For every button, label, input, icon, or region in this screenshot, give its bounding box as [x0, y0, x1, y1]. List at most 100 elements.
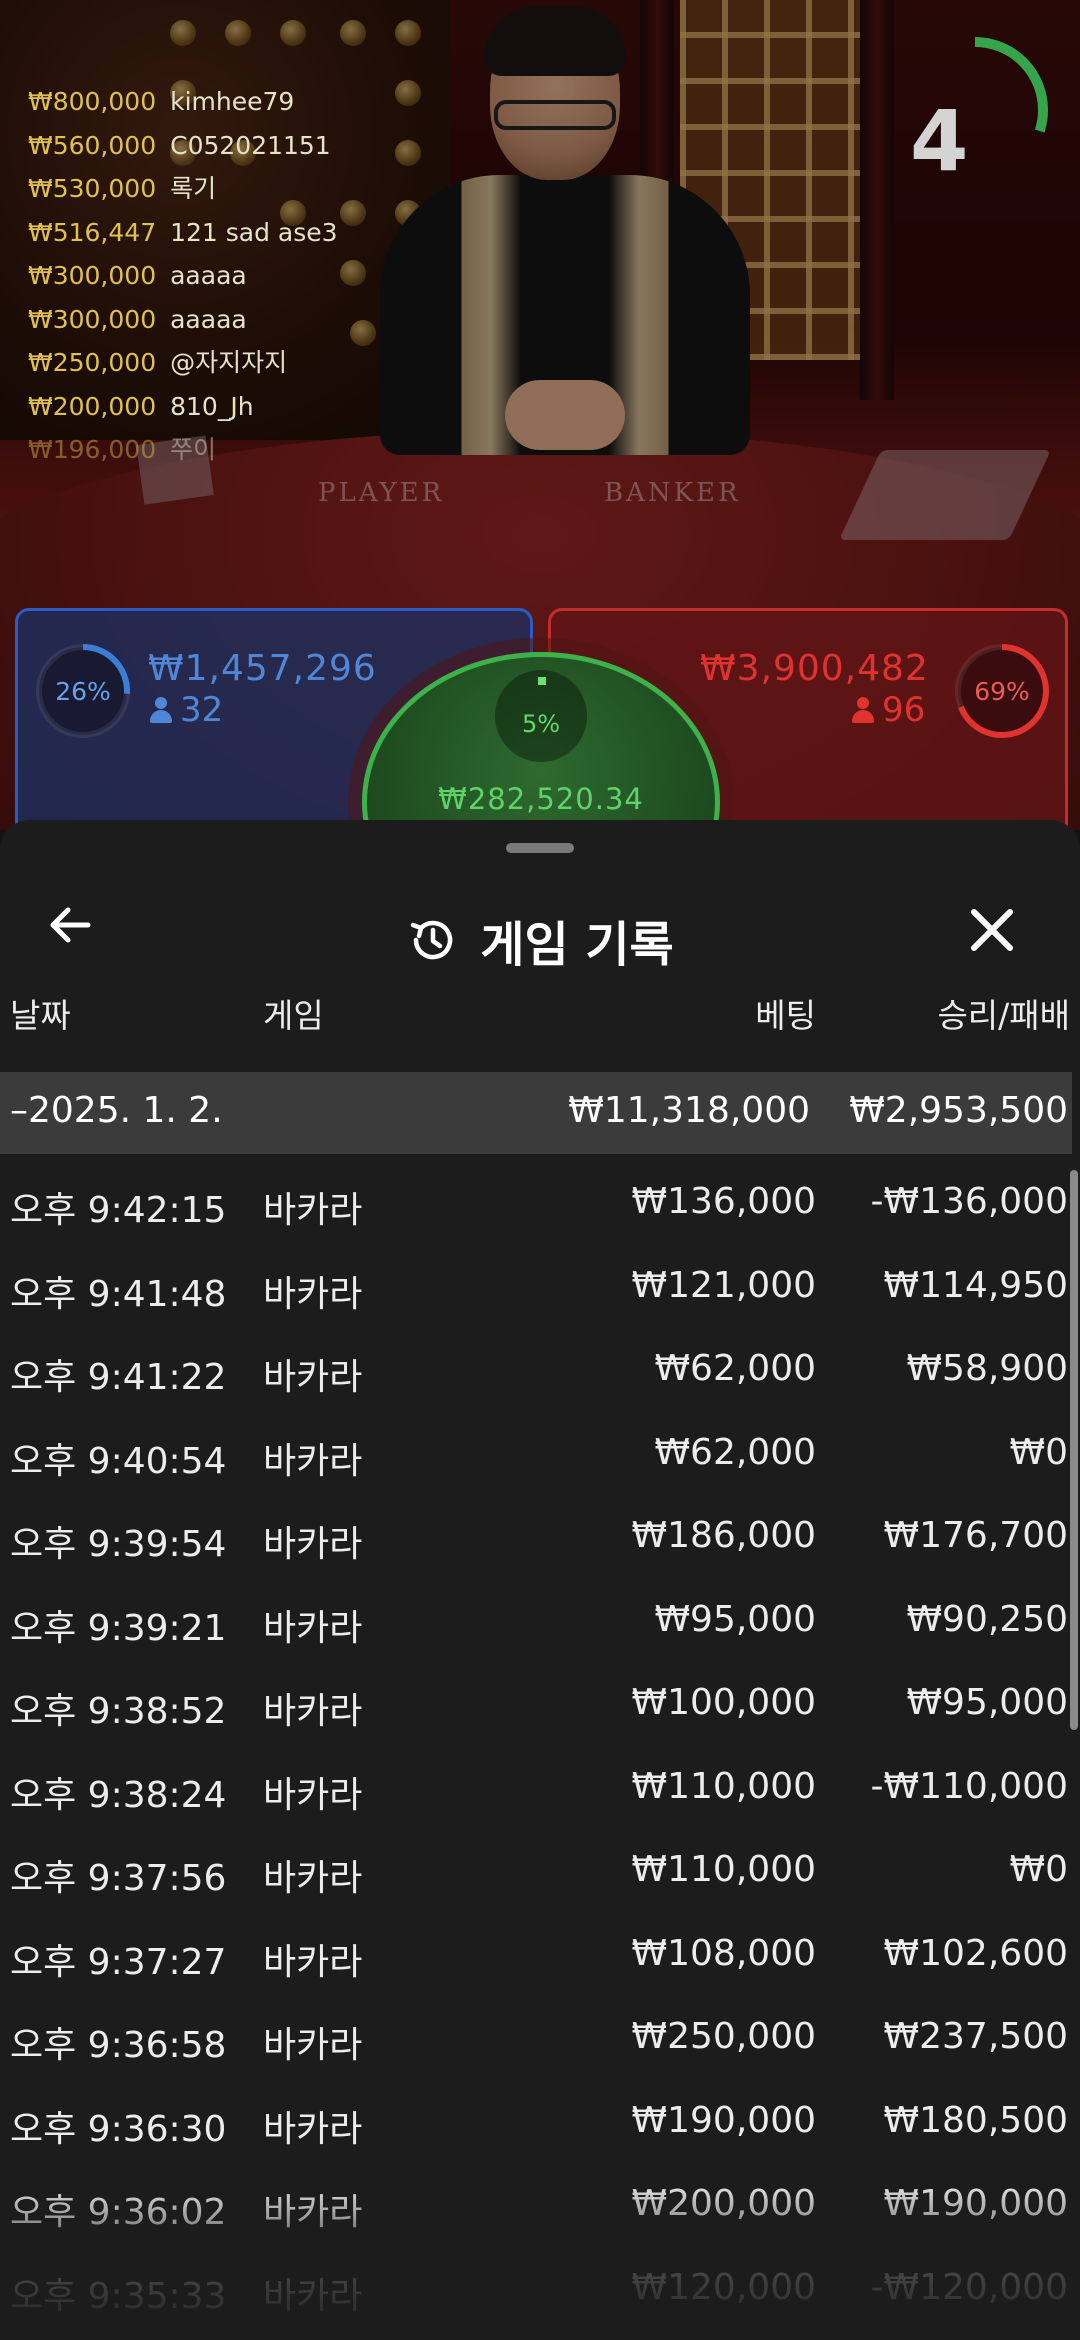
row-time: 오후 9:40:54 [10, 1440, 227, 1482]
row-bet: ₩108,000 [631, 1932, 816, 1974]
table-row[interactable]: 오후 9:36:58 바카라 ₩250,000 ₩237,500 [0, 2002, 1072, 2086]
table-row[interactable]: 오후 9:37:56 바카라 ₩110,000 ₩0 [0, 1835, 1072, 1919]
row-game: 바카라 [263, 1357, 363, 1398]
row-result: ₩176,700 [883, 1515, 1068, 1556]
column-game[interactable]: 게임 [263, 989, 324, 1037]
chat-name: 810_Jh [170, 391, 254, 421]
person-icon [852, 697, 874, 723]
table-row[interactable]: 오후 9:40:54 바카라 ₩62,000 ₩0 [0, 1418, 1072, 1502]
sheet-title-wrap: 게임 기록 [0, 905, 1080, 975]
chat-row: ₩800,000 kimhee79 [28, 80, 338, 124]
chat-name: 121 sad ase3 [170, 217, 338, 247]
row-bet: ₩62,000 [654, 1431, 816, 1473]
table-row[interactable]: 오후 9:38:52 바카라 ₩100,000 ₩95,000 [0, 1668, 1072, 1752]
row-result: ₩58,900 [906, 1348, 1068, 1389]
row-result: ₩90,250 [906, 1598, 1068, 1640]
chat-name: 록기 [170, 174, 217, 203]
chat-amount: ₩516,447 [28, 217, 157, 247]
row-game: 바카라 [263, 1190, 363, 1231]
row-bet: ₩121,000 [631, 1264, 816, 1306]
row-result: ₩0 [1009, 1431, 1069, 1473]
chat-row: ₩196,000 쭈이 [28, 428, 338, 472]
row-bet: ₩110,000 [631, 1765, 816, 1807]
table-row[interactable]: 오후 9:41:48 바카라 ₩121,000 ₩114,950 [0, 1251, 1072, 1335]
chat-amount: ₩300,000 [28, 261, 157, 290]
tie-progress-dot [538, 677, 546, 685]
row-time: 오후 9:41:22 [10, 1357, 227, 1398]
chat-amount: ₩196,000 [28, 435, 157, 464]
player-percent: 26% [55, 677, 111, 706]
row-bet: ₩190,000 [631, 2099, 816, 2141]
close-icon [971, 909, 1013, 951]
row-result: -₩136,000 [870, 1181, 1068, 1222]
row-game: 바카라 [263, 1607, 363, 1649]
chat-name: 쭈이 [170, 435, 217, 464]
history-icon [411, 920, 453, 960]
table-row[interactable]: 오후 9:39:21 바카라 ₩95,000 ₩90,250 [0, 1585, 1072, 1669]
chat-amount: ₩800,000 [28, 87, 157, 116]
group-bet-total: ₩11,318,000 [568, 1090, 810, 1131]
column-win-loss[interactable]: 승리/패배 [937, 989, 1070, 1037]
row-time: 오후 9:41:48 [10, 1273, 227, 1315]
row-game: 바카라 [263, 1273, 363, 1315]
person-icon [150, 697, 172, 723]
row-result: ₩180,500 [883, 2099, 1068, 2141]
row-game: 바카라 [263, 2025, 363, 2066]
row-game: 바카라 [263, 1858, 363, 1899]
list-fade [0, 2180, 1080, 2340]
row-time: 오후 9:38:52 [10, 1691, 227, 1732]
close-button[interactable] [962, 900, 1032, 960]
bet-chat-feed: ₩800,000 kimhee79 ₩560,000 C052021151 ₩530… [28, 80, 338, 472]
row-game: 바카라 [263, 1440, 363, 1482]
tie-percent: 5% [521, 710, 561, 738]
row-time: 오후 9:37:27 [10, 1941, 227, 1983]
chat-row: ₩516,447 121 sad ase3 [28, 211, 338, 255]
banker-percent: 69% [974, 677, 1030, 706]
chat-name: kimhee79 [170, 87, 295, 116]
row-bet: ₩95,000 [654, 1598, 816, 1640]
row-time: 오후 9:39:54 [10, 1524, 227, 1565]
row-game: 바카라 [263, 2108, 363, 2150]
row-time: 오후 9:36:58 [10, 2025, 227, 2066]
row-game: 바카라 [263, 1524, 363, 1565]
row-result: ₩102,600 [883, 1932, 1068, 1974]
chat-row: ₩530,000 록기 [28, 167, 338, 211]
table-row[interactable]: 오후 9:36:30 바카라 ₩190,000 ₩180,500 [0, 2086, 1072, 2170]
row-bet: ₩250,000 [631, 2016, 816, 2057]
row-bet: ₩100,000 [631, 1682, 816, 1723]
row-time: 오후 9:39:21 [10, 1607, 227, 1649]
column-bet[interactable]: 베팅 [755, 989, 816, 1037]
scrollbar[interactable] [1070, 1170, 1078, 1730]
sheet-drag-handle[interactable] [506, 843, 574, 853]
table-row[interactable]: 오후 9:38:24 바카라 ₩110,000 -₩110,000 [0, 1752, 1072, 1836]
chat-row: ₩300,000 aaaaa [28, 298, 338, 342]
group-date: –2025. 1. 2. [10, 1090, 223, 1131]
row-result: ₩114,950 [883, 1264, 1068, 1306]
column-header: 날짜 게임 베팅 승리/패배 [0, 985, 1080, 1045]
row-bet: ₩136,000 [631, 1181, 816, 1222]
chat-name: C052021151 [170, 130, 331, 160]
row-result: ₩95,000 [906, 1682, 1068, 1723]
table-row[interactable]: 오후 9:37:27 바카라 ₩108,000 ₩102,600 [0, 1919, 1072, 2003]
row-result: ₩0 [1009, 1849, 1069, 1890]
banker-count-value: 96 [882, 690, 926, 730]
chat-amount: ₩560,000 [28, 130, 157, 160]
sheet-header: 게임 기록 [0, 865, 1080, 975]
column-date[interactable]: 날짜 [10, 989, 71, 1037]
row-bet: ₩62,000 [654, 1348, 816, 1389]
group-win-loss-total: ₩2,953,500 [849, 1090, 1068, 1131]
chat-name: aaaaa [170, 304, 247, 334]
row-game: 바카라 [263, 1941, 363, 1983]
row-bet: ₩186,000 [631, 1515, 816, 1556]
table-row[interactable]: 오후 9:41:22 바카라 ₩62,000 ₩58,900 [0, 1334, 1072, 1418]
row-game: 바카라 [263, 1774, 363, 1816]
row-result: ₩237,500 [883, 2016, 1068, 2057]
table-row[interactable]: 오후 9:39:54 바카라 ₩186,000 ₩176,700 [0, 1501, 1072, 1585]
sheet-title: 게임 기록 [480, 917, 674, 973]
table-row[interactable]: 오후 9:42:15 바카라 ₩136,000 -₩136,000 [0, 1167, 1072, 1251]
history-list: 오후 9:42:15 바카라 ₩136,000 -₩136,000 오후 9:41:48… [0, 1167, 1072, 2336]
row-game: 바카라 [263, 1691, 363, 1732]
row-bet: ₩110,000 [631, 1849, 816, 1890]
date-group-row[interactable]: –2025. 1. 2. ₩11,318,000 ₩2,953,500 [0, 1072, 1072, 1154]
game-history-sheet: 게임 기록 날짜 게임 베팅 승리/패배 –2025. 1. 2. ₩11,31… [0, 820, 1080, 2340]
